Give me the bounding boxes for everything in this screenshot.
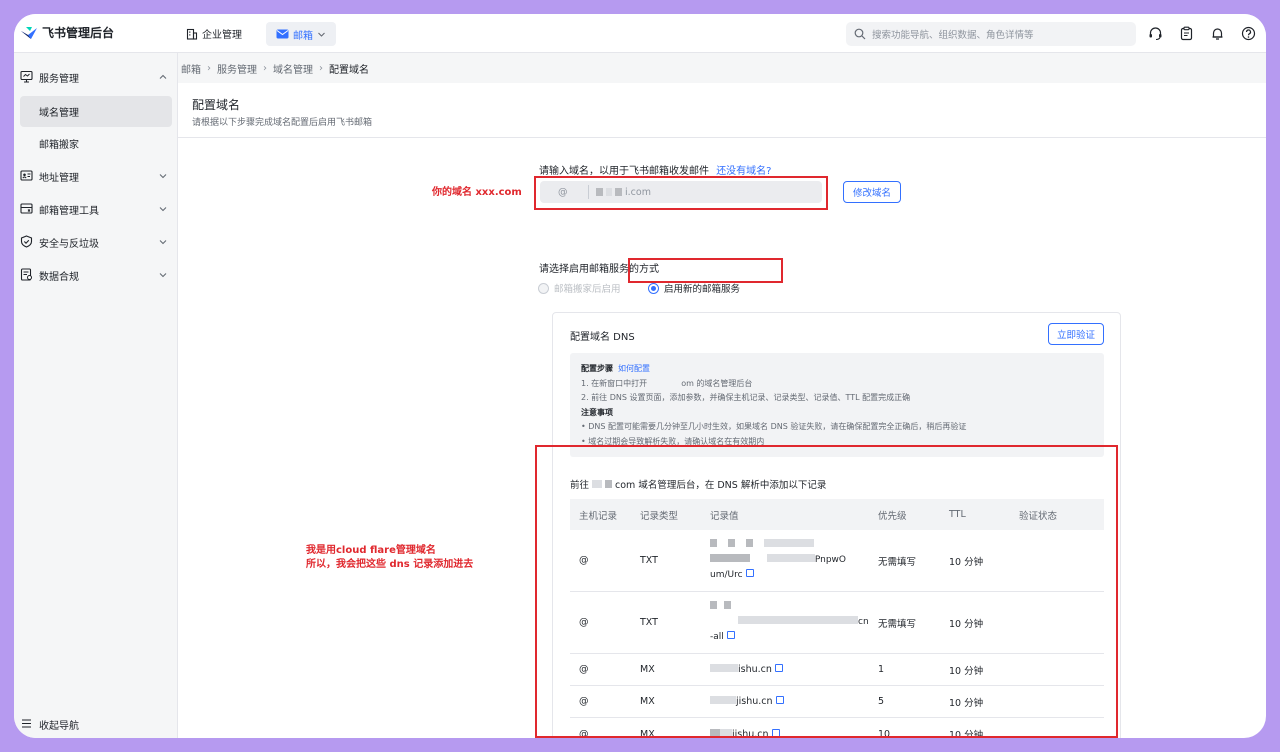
sidebar-item-label: 数据合规 xyxy=(39,271,79,283)
sidebar-item-label: 邮箱管理工具 xyxy=(39,205,99,217)
sidebar-item-label: 安全与反垃圾 xyxy=(39,238,99,250)
chevron-down-icon xyxy=(159,273,167,278)
app-title: 飞书管理后台 xyxy=(42,26,115,40)
steps-box: 配置步骤 如何配置 1. 在新窗口中打开 om 的域名管理后台 2. 前往 DNS … xyxy=(570,353,1104,457)
sidebar-item-mailbox-migration[interactable]: 邮箱搬家 xyxy=(14,129,178,157)
sidebar-item-domain-management[interactable]: 域名管理 xyxy=(20,96,172,127)
nav-mail-label: 邮箱 xyxy=(293,30,313,42)
breadcrumb-separator: › xyxy=(319,62,323,74)
top-icons xyxy=(1148,26,1256,41)
id-card-icon xyxy=(20,170,33,181)
sidebar-item-label: 邮箱搬家 xyxy=(39,139,79,151)
chevron-up-icon xyxy=(159,74,167,79)
chevron-down-icon xyxy=(318,32,325,37)
step-2: 2. 前往 DNS 设置页面，添加参数，并确保主机记录、记录类型、记录值、TTL… xyxy=(581,393,911,402)
sidebar-item-label: 域名管理 xyxy=(39,108,79,119)
sidebar-item-mailbox-tools[interactable]: 邮箱管理工具 xyxy=(14,195,178,223)
breadcrumb-item[interactable]: 域名管理 xyxy=(273,61,313,76)
verify-now-button[interactable]: 立即验证 xyxy=(1047,323,1104,345)
dns-title: 配置域名 DNS xyxy=(570,332,635,343)
chevron-down-icon xyxy=(159,207,167,212)
sidebar-item-address-management[interactable]: 地址管理 xyxy=(14,162,178,190)
search-icon xyxy=(854,28,866,40)
app-logo[interactable]: 飞书管理后台 xyxy=(20,24,114,41)
breadcrumb-item[interactable]: 邮箱 xyxy=(181,61,201,76)
collapse-nav-button[interactable]: 收起导航 xyxy=(14,710,178,738)
sidebar-item-data-compliance[interactable]: 数据合规 xyxy=(14,261,178,289)
sidebar: 服务管理 域名管理 邮箱搬家 地址管理 邮箱管理工具 安全与反垃圾 数据合规 收… xyxy=(14,53,178,738)
radio-new-service[interactable]: 启用新的邮箱服务 xyxy=(648,281,740,295)
headset-icon[interactable] xyxy=(1148,26,1163,41)
breadcrumb: 邮箱 › 服务管理 › 域名管理 › 配置域名 xyxy=(178,53,1266,83)
domain-prompt: 请输入域名，以用于飞书邮箱收发邮件 还没有域名? xyxy=(539,162,772,177)
feishu-logo-icon xyxy=(21,26,37,39)
monitor-icon xyxy=(20,70,33,83)
search-placeholder: 搜索功能导航、组织数据、角色详情等 xyxy=(872,30,1034,41)
how-to-link[interactable]: 如何配置 xyxy=(618,364,650,373)
collapse-icon xyxy=(22,719,31,728)
top-bar: 飞书管理后台 企业管理 邮箱 搜索功能导航、组织数据、角色详情等 xyxy=(14,14,1266,53)
admin-window: 飞书管理后台 企业管理 邮箱 搜索功能导航、组织数据、角色详情等 服务管理 域名… xyxy=(14,14,1266,738)
chevron-down-icon xyxy=(159,174,167,179)
mail-icon xyxy=(276,29,289,39)
steps-title: 配置步骤 xyxy=(581,364,613,373)
step-1-prefix: 1. 在新窗口中打开 xyxy=(581,378,648,388)
help-icon[interactable] xyxy=(1241,26,1256,41)
sidebar-item-label: 服务管理 xyxy=(39,73,79,85)
breadcrumb-separator: › xyxy=(207,62,211,74)
search-input[interactable]: 搜索功能导航、组织数据、角色详情等 xyxy=(846,22,1136,46)
annotation-box-dns-table xyxy=(535,445,1118,738)
clipboard-icon[interactable] xyxy=(1179,26,1194,41)
breadcrumb-current: 配置域名 xyxy=(329,64,369,76)
radio-migrate-first[interactable]: 邮箱搬家后启用 xyxy=(538,281,621,295)
annotation-domain-note: 你的域名 xxx.com xyxy=(432,187,522,198)
edit-domain-button[interactable]: 修改域名 xyxy=(843,181,902,203)
nav-mail-dropdown[interactable]: 邮箱 xyxy=(266,22,336,46)
page-subtitle: 请根据以下步骤完成域名配置后启用飞书邮箱 xyxy=(192,118,373,128)
annotation-dns-note: 我是用cloud flare管理域名 所以，我会把这些 dns 记录添加进去 xyxy=(306,544,473,572)
notes-title: 注意事项 xyxy=(581,407,613,417)
chevron-down-icon xyxy=(159,240,167,245)
sidebar-item-security[interactable]: 安全与反垃圾 xyxy=(14,228,178,256)
bell-icon[interactable] xyxy=(1210,26,1225,41)
shield-icon xyxy=(20,235,33,248)
building-icon xyxy=(186,28,198,40)
document-icon xyxy=(20,268,32,281)
nav-corp-management[interactable]: 企业管理 xyxy=(186,26,242,41)
note-1: • DNS 配置可能需要几分钟至几小时生效，如果域名 DNS 验证失败，请在确保… xyxy=(581,422,967,431)
note-1-text: DNS 配置可能需要几分钟至几小时生效，如果域名 DNS 验证失败，请在确保配置… xyxy=(588,422,967,431)
nav-corp-label: 企业管理 xyxy=(202,30,242,41)
radio-button[interactable] xyxy=(538,282,549,294)
page-title: 配置域名 xyxy=(192,98,241,112)
step-1-suffix: om 的域名管理后台 xyxy=(681,378,753,388)
breadcrumb-item[interactable]: 服务管理 xyxy=(217,61,257,76)
sidebar-item-service-management[interactable]: 服务管理 xyxy=(14,63,178,91)
radio-label: 启用新的邮箱服务 xyxy=(664,284,741,295)
step-1: 1. 在新窗口中打开 om 的域名管理后台 xyxy=(581,377,1093,392)
toolbox-icon xyxy=(20,203,33,214)
radio-button-selected[interactable] xyxy=(648,282,659,294)
sidebar-item-label: 地址管理 xyxy=(39,172,79,184)
annotation-box-radio xyxy=(628,258,783,283)
annotation-line: 我是用cloud flare管理域名 xyxy=(306,545,436,556)
breadcrumb-separator: › xyxy=(263,62,267,74)
annotation-box-domain xyxy=(534,176,828,210)
radio-label: 邮箱搬家后启用 xyxy=(554,284,621,295)
annotation-line: 所以，我会把这些 dns 记录添加进去 xyxy=(306,559,474,570)
page-header: 配置域名 请根据以下步骤完成域名配置后启用飞书邮箱 xyxy=(178,83,1266,138)
collapse-nav-label: 收起导航 xyxy=(39,720,79,732)
